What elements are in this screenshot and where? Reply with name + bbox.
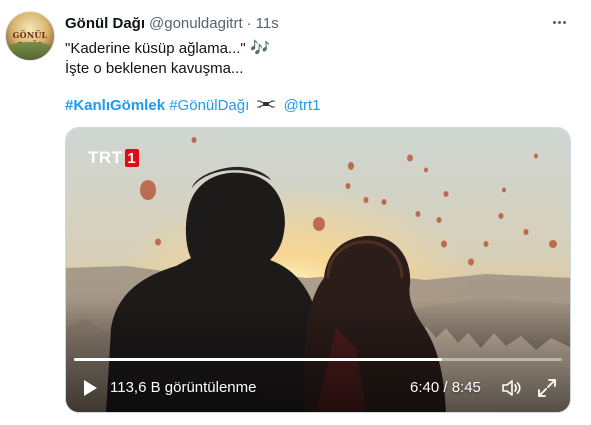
fullscreen-icon xyxy=(538,379,556,397)
music-notes-icon: 🎶 xyxy=(249,40,270,57)
avatar-hills xyxy=(6,42,54,60)
author-display-name[interactable]: Gönül Dağı xyxy=(65,15,145,32)
video-frame xyxy=(66,128,570,412)
volume-button[interactable] xyxy=(500,377,522,399)
more-horizontal-icon xyxy=(552,20,556,24)
tweet-text-line-1: "Kaderine küsüp ağlama..." 🎶 xyxy=(65,39,565,59)
mention-trt1[interactable]: @trt1 xyxy=(284,97,321,114)
video-controls: 113,6 B görüntülenme 6:40 / 8:45 xyxy=(66,374,570,400)
tweet-header: Gönül Dağı @gonuldagitrt · 11s xyxy=(65,14,279,32)
video-player[interactable]: TRT 1 113,6 B görüntülenme 6:40 / 8:45 xyxy=(65,127,571,413)
quote-text: "Kaderine küsüp ağlama..." xyxy=(65,40,246,57)
tweet-timestamp[interactable]: 11s xyxy=(256,15,279,32)
hashtag-gonuldagi[interactable]: #GönülDağı xyxy=(169,97,249,114)
tweet-text-line-2: İşte o beklenen kavuşma... xyxy=(65,60,244,77)
fullscreen-button[interactable] xyxy=(536,377,558,399)
avatar[interactable]: GÖNÜL DAĞI xyxy=(5,11,55,61)
more-options-button[interactable] xyxy=(548,13,570,31)
tweet-text: "Kaderine küsüp ağlama..." 🎶 İşte o bekl… xyxy=(65,39,565,79)
hashtag-line: #KanlıGömlek #GönülDağı @trt1 xyxy=(65,96,321,116)
trt-logo-text: TRT xyxy=(88,148,123,167)
view-count: 113,6 B görüntülenme xyxy=(110,379,257,396)
hashtag-kanligomlek[interactable]: #KanlıGömlek xyxy=(65,97,165,114)
play-icon xyxy=(84,380,97,396)
author-handle[interactable]: @gonuldagitrt xyxy=(149,15,243,32)
drone-icon xyxy=(257,96,276,116)
header-separator: · xyxy=(246,14,252,32)
video-progress-bar[interactable] xyxy=(74,358,562,361)
trt1-logo: TRT 1 xyxy=(88,148,139,168)
play-button[interactable] xyxy=(82,379,98,397)
volume-icon xyxy=(502,380,521,396)
video-progress-fill xyxy=(74,358,443,361)
video-timecode: 6:40 / 8:45 xyxy=(410,379,481,396)
trt-logo-number: 1 xyxy=(124,149,139,167)
